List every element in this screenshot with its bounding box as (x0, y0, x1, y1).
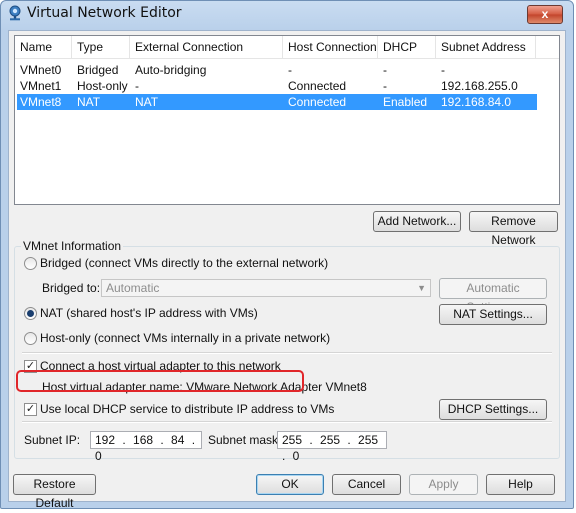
column-header-subnet[interactable]: Subnet Address (436, 36, 536, 58)
column-header-host[interactable]: Host Connection (283, 36, 378, 58)
hostonly-label[interactable]: Host-only (connect VMs internally in a p… (40, 331, 330, 345)
cell-external: NAT (135, 95, 159, 109)
cell-dhcp: - (383, 79, 387, 93)
column-header-external[interactable]: External Connection (130, 36, 283, 58)
add-network-button[interactable]: Add Network... (373, 211, 461, 232)
network-list[interactable]: Name Type External Connection Host Conne… (14, 35, 560, 205)
cell-dhcp: Enabled (383, 95, 428, 109)
cell-name: VMnet0 (20, 63, 62, 77)
chevron-down-icon: ▼ (417, 283, 426, 293)
bridged-label[interactable]: Bridged (connect VMs directly to the ext… (40, 256, 328, 270)
separator (22, 421, 552, 423)
table-row[interactable]: VMnet0 Bridged Auto-bridging - - - (17, 62, 537, 78)
cancel-button[interactable]: Cancel (332, 474, 401, 495)
subnet-mask-label: Subnet mask: (208, 433, 282, 447)
automatic-settings-button[interactable]: Automatic Settings... (439, 278, 547, 314)
separator (22, 352, 552, 354)
cell-external: - (135, 79, 139, 93)
cell-host: Connected (288, 95, 347, 109)
cell-subnet: 192.168.84.0 (441, 95, 512, 109)
vmnet-information-group: VMnet Information Bridged (connect VMs d… (14, 239, 560, 463)
column-header-name[interactable]: Name (15, 36, 72, 58)
close-button[interactable]: x (527, 5, 563, 24)
cell-name: VMnet8 (20, 95, 62, 109)
cell-name: VMnet1 (20, 79, 62, 93)
hostonly-radio[interactable] (24, 332, 37, 345)
highlight-annotation (16, 370, 304, 392)
cell-dhcp: - (383, 63, 387, 77)
bridged-to-label: Bridged to: (42, 281, 101, 295)
remove-network-button[interactable]: Remove Network (469, 211, 558, 247)
nat-label[interactable]: NAT (shared host's IP address with VMs) (40, 306, 258, 320)
window-title: Virtual Network Editor (27, 5, 182, 21)
ok-button[interactable]: OK (256, 474, 324, 495)
cell-subnet: 192.168.255.0 (441, 79, 518, 93)
restore-default-button[interactable]: Restore Default (13, 474, 96, 510)
cell-type: NAT (77, 95, 101, 109)
dhcp-settings-button[interactable]: DHCP Settings... (439, 399, 547, 420)
bridged-radio[interactable] (24, 257, 37, 270)
help-button[interactable]: Help (486, 474, 555, 495)
nat-settings-button[interactable]: NAT Settings... (439, 304, 547, 325)
use-dhcp-checkbox[interactable]: ✓ (24, 403, 37, 416)
network-icon (9, 5, 21, 21)
cell-host: - (288, 63, 292, 77)
table-row-selected[interactable]: VMnet8 NAT NAT Connected Enabled 192.168… (17, 94, 537, 110)
close-icon: x (541, 7, 549, 21)
list-header: Name Type External Connection Host Conne… (15, 36, 559, 59)
column-header-dhcp[interactable]: DHCP (378, 36, 436, 58)
apply-button[interactable]: Apply (409, 474, 478, 495)
subnet-mask-field[interactable]: 255 . 255 . 255 . 0 (277, 431, 387, 463)
table-row[interactable]: VMnet1 Host-only - Connected - 192.168.2… (17, 78, 537, 94)
group-label: VMnet Information (21, 239, 124, 253)
title-bar: Virtual Network Editor x (1, 1, 573, 27)
subnet-ip-label: Subnet IP: (24, 433, 81, 447)
bridged-to-value: Automatic (106, 281, 160, 295)
cell-type: Bridged (77, 63, 119, 77)
cell-subnet: - (441, 63, 445, 77)
use-dhcp-label[interactable]: Use local DHCP service to distribute IP … (40, 402, 334, 416)
cell-external: Auto-bridging (135, 63, 207, 77)
subnet-ip-field[interactable]: 192 . 168 . 84 . 0 (90, 431, 202, 463)
nat-radio[interactable] (24, 307, 37, 320)
cell-type: Host-only (77, 79, 128, 93)
virtual-network-editor-window: Virtual Network Editor x Name Type Exter… (0, 0, 574, 510)
column-header-type[interactable]: Type (72, 36, 130, 58)
bridged-to-select[interactable]: Automatic ▼ (101, 279, 431, 297)
cell-host: Connected (288, 79, 347, 93)
client-area: Name Type External Connection Host Conne… (8, 30, 566, 510)
